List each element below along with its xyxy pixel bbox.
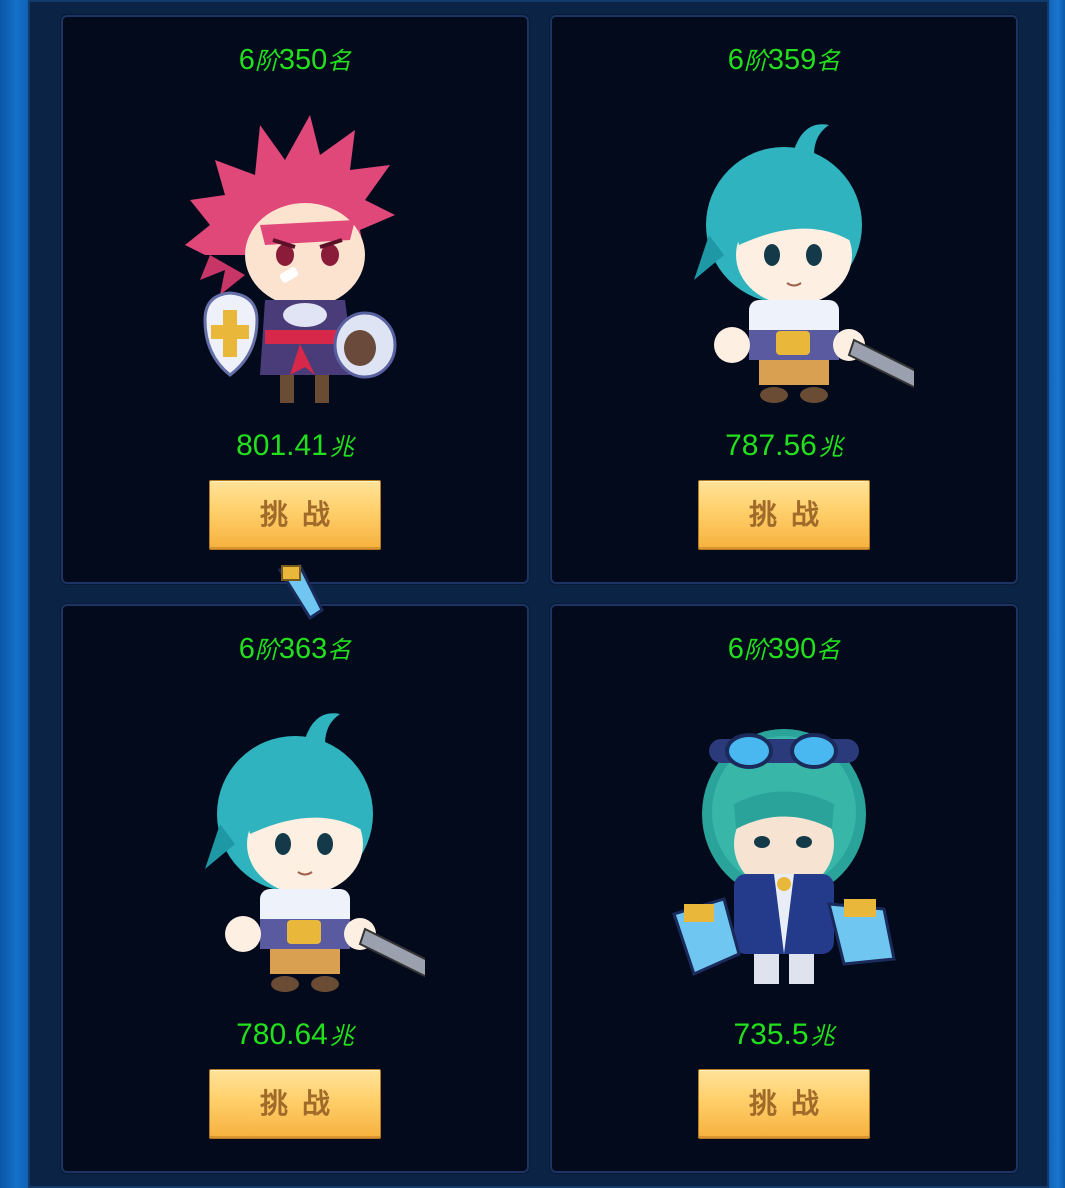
opponent-card-2: 6阶359名 787.56兆 挑战 xyxy=(550,15,1018,584)
rank-value: 350 xyxy=(278,44,328,76)
rank-label: 6阶390名 xyxy=(552,630,1016,666)
rank-label: 6阶363名 xyxy=(63,630,527,666)
opponent-card-1: 6阶350名 801.41兆 挑战 xyxy=(61,15,529,584)
opponent-card-4: 6阶390名 735.5兆 挑战 xyxy=(550,604,1018,1173)
rank-unit: 名 xyxy=(327,636,352,664)
power-unit: 兆 xyxy=(329,1022,354,1050)
power-value: 801.41 xyxy=(236,429,328,462)
tier-value: 6 xyxy=(238,633,255,665)
rank-label: 6阶359名 xyxy=(552,41,1016,77)
combat-power: 780.64兆 xyxy=(63,1016,527,1052)
rank-label: 6阶350名 xyxy=(63,41,527,77)
character-teal-haired-swordsman xyxy=(654,105,914,410)
character-goggles-gunner xyxy=(654,694,914,999)
power-value: 787.56 xyxy=(725,429,817,462)
power-value: 735.5 xyxy=(733,1018,809,1051)
challenge-button[interactable]: 挑战 xyxy=(209,480,381,550)
floating-gun-icon xyxy=(270,560,332,622)
tier-unit: 阶 xyxy=(254,636,279,664)
challenge-button[interactable]: 挑战 xyxy=(209,1069,381,1139)
rank-value: 390 xyxy=(767,633,817,665)
left-frame xyxy=(0,0,30,1188)
power-unit: 兆 xyxy=(810,1022,835,1050)
character-red-haired-shield-warrior xyxy=(165,105,425,410)
rank-value: 359 xyxy=(767,44,817,76)
tier-value: 6 xyxy=(727,44,744,76)
combat-power: 801.41兆 xyxy=(63,427,527,463)
rank-unit: 名 xyxy=(816,47,841,75)
tier-value: 6 xyxy=(238,44,255,76)
challenge-button[interactable]: 挑战 xyxy=(698,1069,870,1139)
power-unit: 兆 xyxy=(329,433,354,461)
tier-unit: 阶 xyxy=(743,636,768,664)
combat-power: 787.56兆 xyxy=(552,427,1016,463)
right-frame xyxy=(1047,0,1065,1188)
rank-value: 363 xyxy=(278,633,328,665)
challenge-button[interactable]: 挑战 xyxy=(698,480,870,550)
character-teal-haired-swordsman xyxy=(165,694,425,999)
combat-power: 735.5兆 xyxy=(552,1016,1016,1052)
power-value: 780.64 xyxy=(236,1018,328,1051)
tier-unit: 阶 xyxy=(743,47,768,75)
tier-unit: 阶 xyxy=(254,47,279,75)
opponent-card-3: 6阶363名 780.64兆 挑战 xyxy=(61,604,529,1173)
rank-unit: 名 xyxy=(816,636,841,664)
tier-value: 6 xyxy=(727,633,744,665)
rank-unit: 名 xyxy=(327,47,352,75)
power-unit: 兆 xyxy=(818,433,843,461)
